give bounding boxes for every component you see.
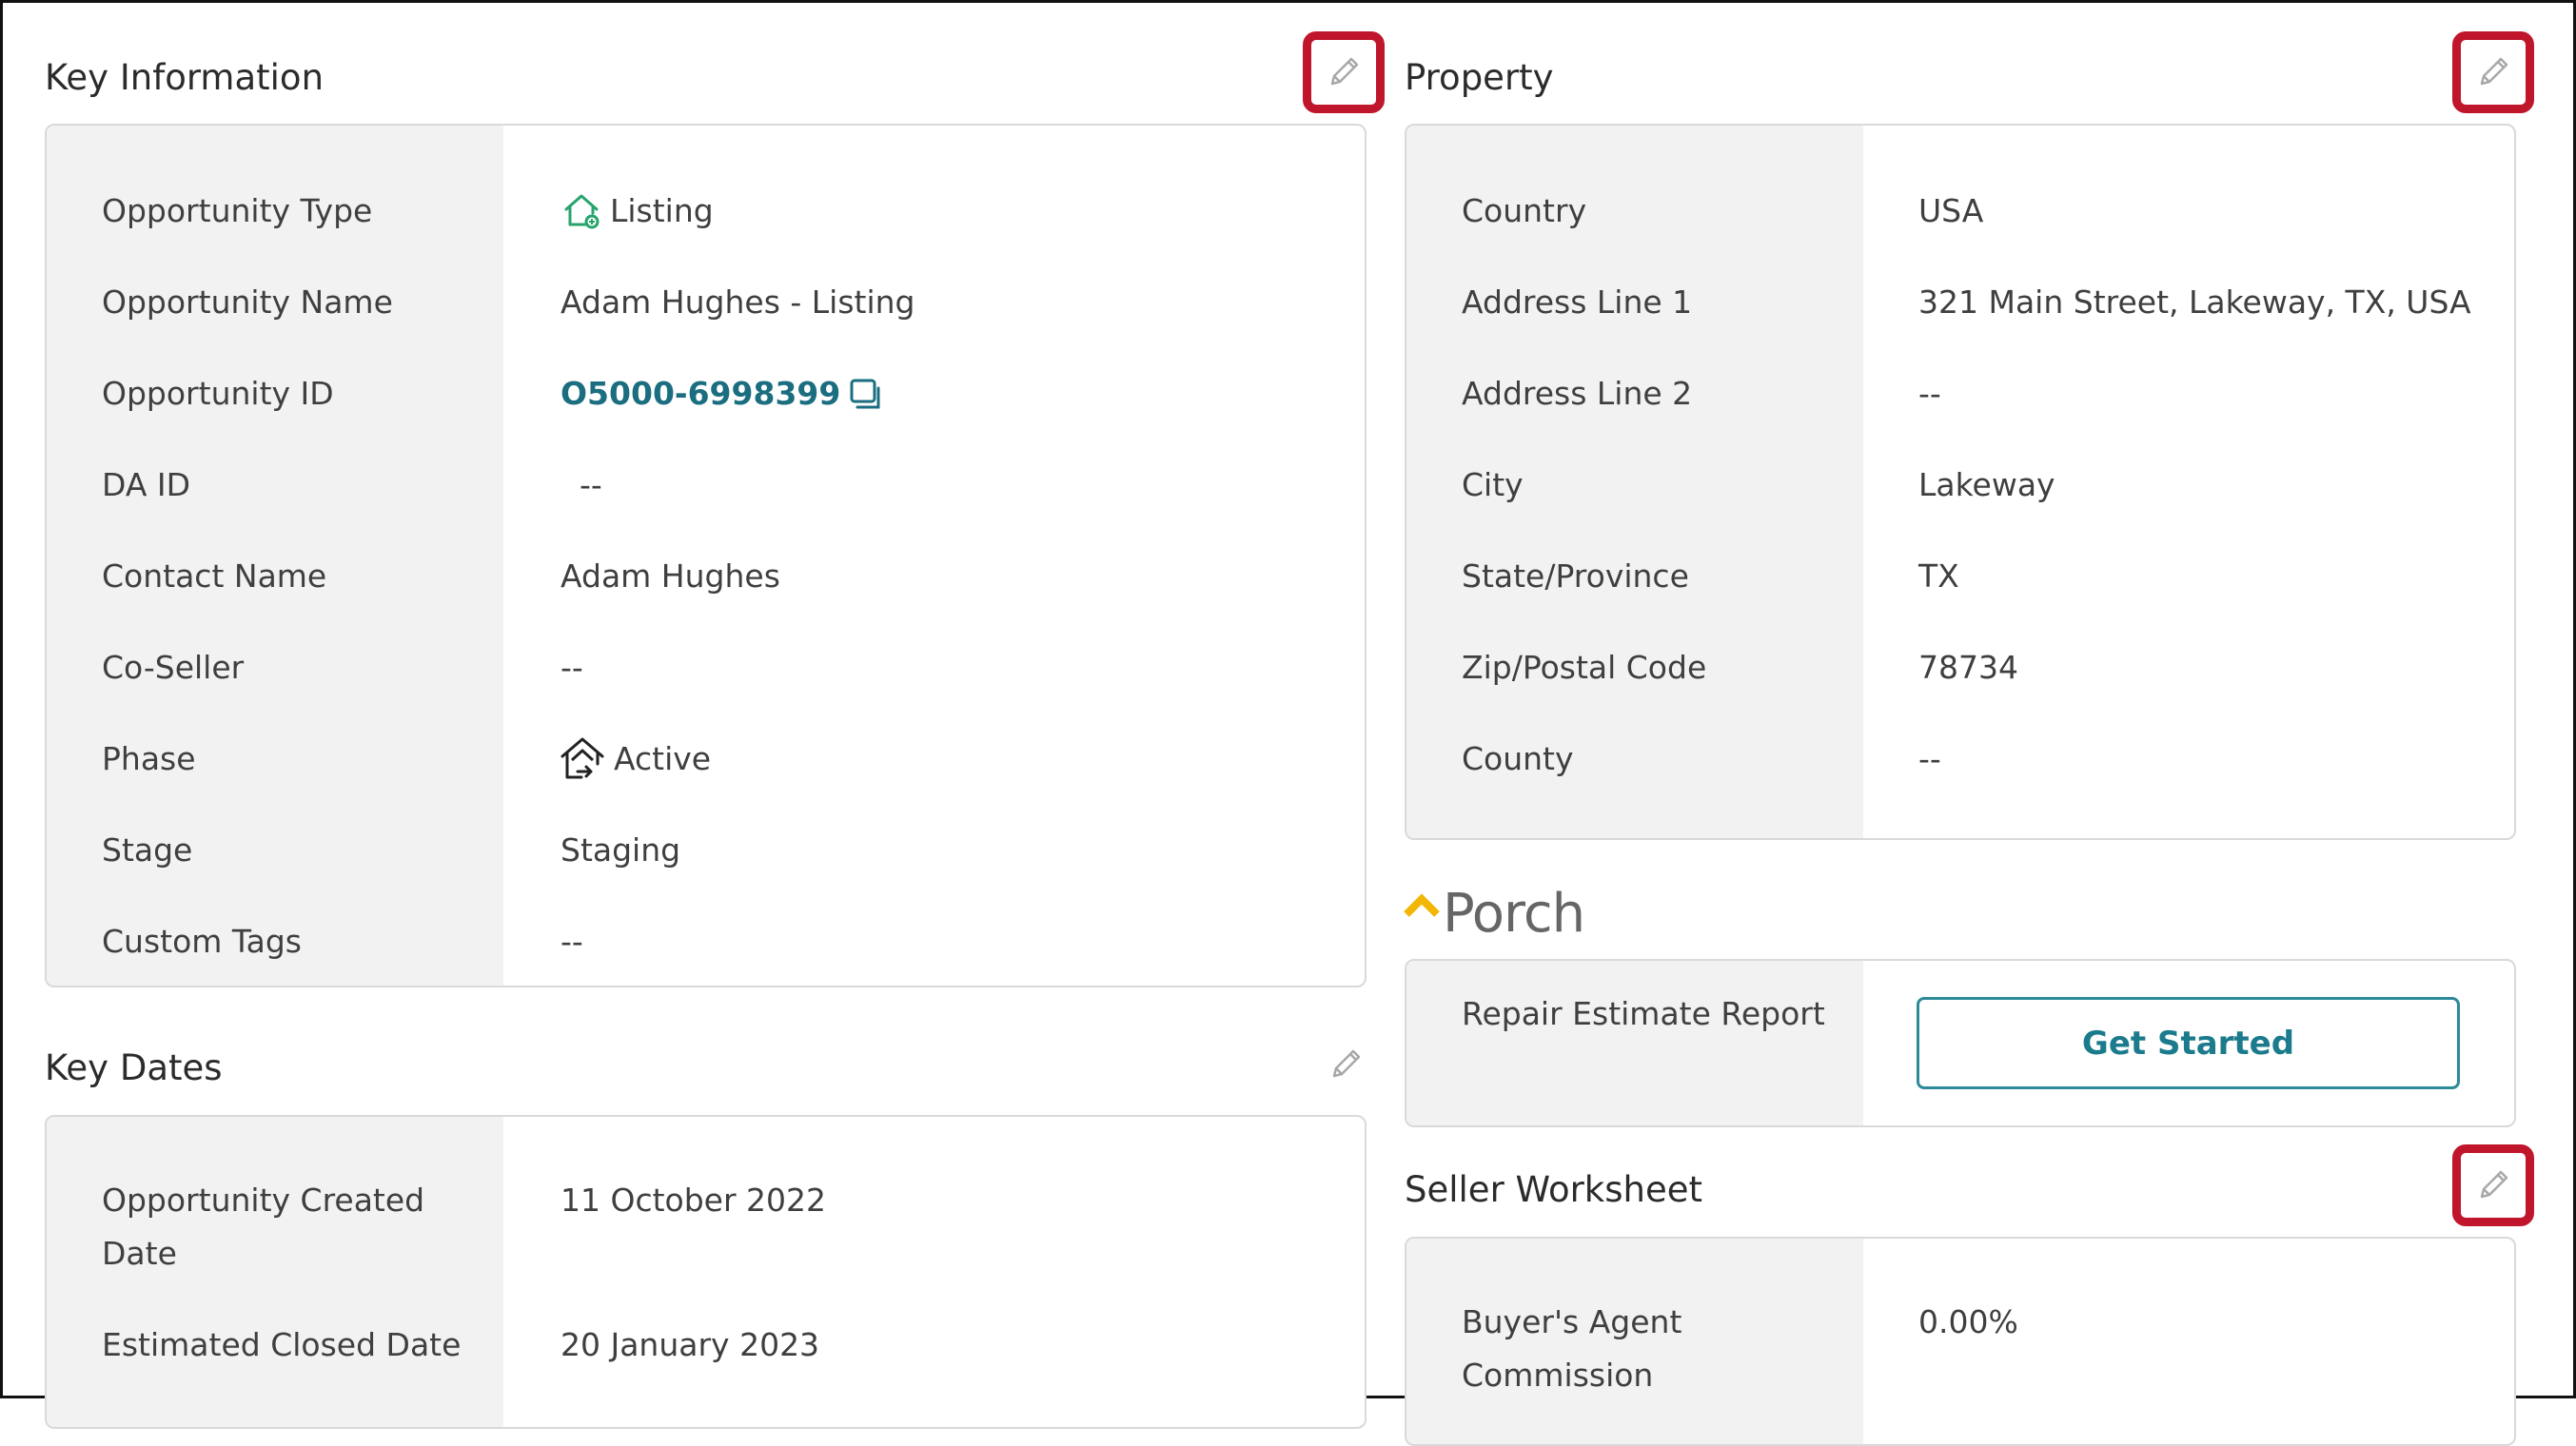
custom-tags-value: -- [560,923,583,960]
key-information-title: Key Information [45,57,324,98]
estimated-closed-date-value: 20 January 2023 [560,1326,820,1363]
property-card: Country USA Address Line 1 321 Main Stre… [1405,124,2516,840]
co-seller-value: -- [560,649,583,686]
zip-postal-code-label: Zip/Postal Code [1462,649,1707,686]
opportunity-name-value: Adam Hughes - Listing [560,283,915,321]
da-id-label: DA ID [102,466,191,503]
zip-postal-code-value: 78734 [1918,649,2018,686]
state-province-label: State/Province [1462,557,1689,595]
opportunity-created-date-label: Opportunity Created Date [102,1174,424,1280]
county-value: -- [1918,740,1941,777]
city-label: City [1462,466,1524,503]
porch-label-column [1406,961,1863,1125]
key-dates-card: Opportunity Created Date 11 October 2022… [45,1115,1367,1429]
opportunity-id-label: Opportunity ID [102,375,334,412]
opportunity-name-label: Opportunity Name [102,283,393,321]
pencil-icon [1330,57,1359,86]
buyers-agent-commission-value: 0.00% [1918,1303,2018,1340]
opportunity-created-date-value: 11 October 2022 [560,1182,827,1219]
pencil-icon [2480,57,2508,86]
property-title: Property [1405,57,1554,98]
opportunity-type-value: Listing [560,185,714,238]
custom-tags-label: Custom Tags [102,923,302,960]
opportunity-type-text: Listing [610,192,714,229]
property-edit-button[interactable] [2452,31,2534,113]
city-value: Lakeway [1918,466,2055,503]
contact-name-value: Adam Hughes [560,557,780,595]
porch-card: Repair Estimate Report Get Started [1405,959,2516,1127]
country-label: Country [1462,192,1587,229]
phase-text: Active [614,740,712,777]
address-line-1-value: 321 Main Street, Lakeway, TX, USA [1918,283,2471,321]
phase-label: Phase [102,740,196,777]
repair-estimate-report-label: Repair Estimate Report [1462,995,1825,1032]
pencil-icon [2480,1170,2508,1199]
country-value: USA [1918,192,1984,229]
seller-worksheet-card: Buyer's Agent Commission 0.00% [1405,1237,2516,1446]
seller-worksheet-edit-button[interactable] [2452,1144,2534,1226]
house-active-icon [560,737,604,779]
key-information-edit-button[interactable] [1303,31,1385,113]
buyers-agent-commission-label-line1: Buyer's Agent [1462,1303,1682,1340]
buyers-agent-commission-label: Buyer's Agent Commission [1462,1296,1681,1402]
house-listing-icon [564,194,600,229]
key-information-card: Opportunity Type Listing Opportunity Nam… [45,124,1367,987]
opportunity-id-value[interactable]: O5000-6998399 [560,367,884,420]
porch-logo: Porch [1403,883,1585,945]
opportunity-id-link[interactable]: O5000-6998399 [560,367,840,420]
contact-name-label: Contact Name [102,557,327,595]
stage-value: Staging [560,831,681,869]
pencil-icon [1332,1049,1361,1078]
phase-value: Active [559,733,711,786]
get-started-button[interactable]: Get Started [1917,997,2460,1089]
porch-logo-text: Porch [1443,883,1585,945]
buyers-agent-commission-label-line2: Commission [1462,1357,1654,1394]
opportunity-type-label: Opportunity Type [102,192,373,229]
stage-label: Stage [102,831,193,869]
estimated-closed-date-label: Estimated Closed Date [102,1326,462,1363]
address-line-1-label: Address Line 1 [1462,283,1693,321]
porch-chevron-icon [1404,893,1440,917]
address-line-2-value: -- [1918,375,1941,412]
key-dates-edit-button[interactable] [1321,1040,1370,1089]
address-line-2-label: Address Line 2 [1462,375,1693,412]
state-province-value: TX [1918,557,1959,595]
opportunity-created-date-label-line1: Opportunity Created [102,1182,425,1219]
opportunity-created-date-label-line2: Date [102,1235,177,1272]
copy-icon[interactable] [846,375,884,413]
key-dates-title: Key Dates [45,1047,223,1088]
da-id-value: -- [580,466,602,503]
county-label: County [1462,740,1574,777]
co-seller-label: Co-Seller [102,649,245,686]
seller-worksheet-title: Seller Worksheet [1405,1169,1703,1210]
